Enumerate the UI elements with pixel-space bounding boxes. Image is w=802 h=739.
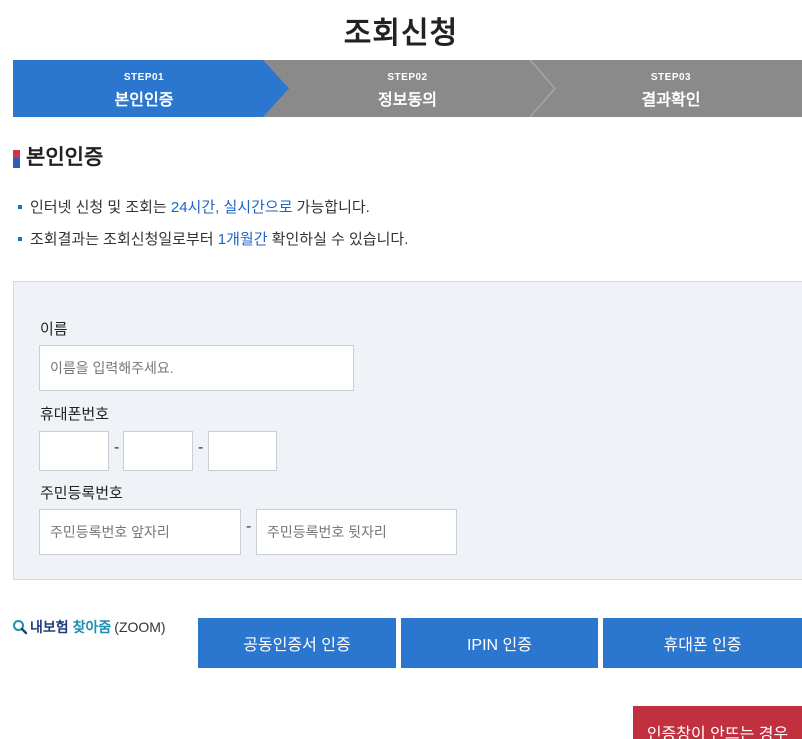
rrn-front-input[interactable]: 주민등록번호 앞자리 [39,509,241,555]
zoom-link[interactable]: 내보험 찾아줌 (ZOOM) [12,617,166,637]
phone-input-3[interactable] [208,431,277,471]
notice-text-pre: 인터넷 신청 및 조회는 [30,199,171,216]
step-1-label: 본인인증 [114,92,174,109]
step-1: STEP01 본인인증 [13,60,275,117]
notice-item: 인터넷 신청 및 조회는 24시간, 실시간으로 가능합니다. [18,196,370,217]
ipin-auth-button[interactable]: IPIN 인증 [401,618,598,668]
rrn-back-input[interactable]: 주민등록번호 뒷자리 [256,509,457,555]
certificate-auth-button[interactable]: 공동인증서 인증 [198,618,396,668]
section-mark-icon [13,150,20,168]
notice-highlight: 1개월간 [217,231,268,248]
bullet-icon [18,236,22,241]
step-2: STEP02 정보동의 [275,60,540,117]
zoom-label-part1: 내보험 [30,619,69,635]
search-icon [13,620,28,635]
notice-text-post: 가능합니다. [292,199,370,216]
notice-text-post: 확인하실 수 있습니다. [267,231,409,248]
page-title: 조회신청 [343,17,459,50]
auth-window-help-button[interactable]: 인증창이 안뜨는 경우 [633,706,802,739]
zoom-label-part2: 찾아줌 [72,619,112,635]
step-2-label: 정보동의 [378,92,437,109]
phone-input-1[interactable] [39,431,109,471]
rrn-separator: - [246,518,252,535]
name-input[interactable]: 이름을 입력해주세요. [39,345,354,391]
phone-separator: - [114,439,120,456]
phone-label: 휴대폰번호 [40,406,110,423]
identity-form: 이름 이름을 입력해주세요. 휴대폰번호 - - 주민등록번호 주민등록번호 앞… [13,281,802,580]
name-label: 이름 [40,321,68,338]
step-2-number: STEP02 [387,72,428,83]
step-progress: STEP01 본인인증 STEP02 정보동의 STEP03 결과확인 [13,60,802,117]
phone-input-2[interactable] [123,431,193,471]
notice-text: 조회결과는 조회신청일로부터 1개월간 확인하실 수 있습니다. [30,228,408,249]
step-3: STEP03 결과확인 [540,60,802,117]
notice-text-pre: 조회결과는 조회신청일로부터 [30,231,218,248]
phone-separator: - [198,439,204,456]
rrn-label: 주민등록번호 [40,485,123,502]
section-heading: 본인인증 [13,143,103,169]
notice-item: 조회결과는 조회신청일로부터 1개월간 확인하실 수 있습니다. [18,228,408,249]
step-1-number: STEP01 [123,72,165,83]
zoom-label-part3: (ZOOM) [114,619,166,635]
section-title: 본인인증 [26,146,104,169]
step-3-label: 결과확인 [641,92,701,109]
step-3-number: STEP03 [650,72,692,83]
bullet-icon [18,204,22,209]
phone-auth-button[interactable]: 휴대폰 인증 [603,618,802,668]
notice-text: 인터넷 신청 및 조회는 24시간, 실시간으로 가능합니다. [30,196,370,217]
notice-highlight: 24시간, 실시간으로 [170,199,293,216]
